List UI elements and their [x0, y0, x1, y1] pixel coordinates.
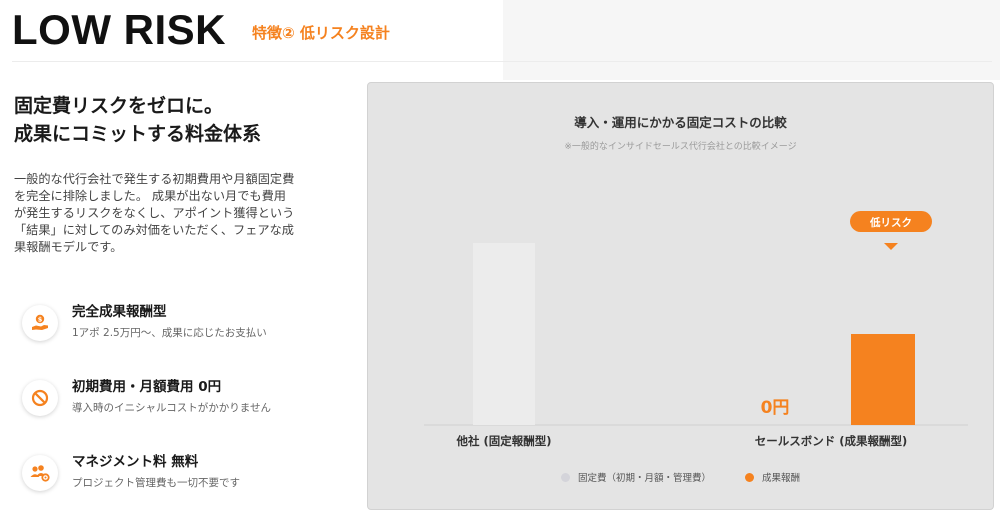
- category-label: 他社 (固定報酬型): [455, 434, 551, 448]
- category-label: セールスボンド (成果報酬型): [755, 434, 908, 448]
- header-divider: [12, 61, 992, 62]
- hand-coin-icon: $: [22, 305, 58, 341]
- headline-line-1: 固定費リスクをゼロに。: [14, 95, 224, 117]
- low-risk-badge: 低リスク: [850, 211, 932, 250]
- section-header: LOW RISK 特徴② 低リスク設計: [12, 0, 390, 60]
- feature-subtitle: 1アポ 2.5万円〜、成果に応じたお支払い: [72, 327, 267, 339]
- team-gear-icon: [22, 455, 58, 491]
- headline-line-2: 成果にコミットする料金体系: [14, 123, 262, 145]
- legend-label: 成果報酬: [762, 473, 801, 484]
- description-line: が発生するリスクをなくし、アポイント獲得という: [14, 206, 295, 220]
- legend-item-performance: 成果報酬: [745, 470, 800, 484]
- low-risk-badge-label: 低リスク: [869, 216, 912, 229]
- feature-tag: 特徴② 低リスク設計: [251, 23, 390, 42]
- legend-label: 固定費（初期・月額・管理費）: [577, 473, 711, 484]
- feature-title: 完全成果報酬型: [72, 304, 167, 320]
- description-line: を完全に排除しました。 成果が出ない月でも費用: [14, 189, 286, 203]
- header-backdrop: [503, 0, 1000, 80]
- feature-subtitle: 導入時のイニシャルコストがかかりません: [72, 402, 271, 414]
- description-line: 「結果」に対してのみ対価をいただく、フェアな成: [14, 223, 294, 237]
- feature-title: マネジメント料 無料: [72, 454, 199, 470]
- feature-subtitle: プロジェクト管理費も一切不要です: [72, 477, 240, 489]
- down-arrow-icon: [884, 243, 898, 250]
- description: 一般的な代行会社で発生する初期費用や月額固定費 を完全に排除しました。 成果が出…: [14, 171, 334, 256]
- headline: 固定費リスクをゼロに。 成果にコミットする料金体系: [14, 92, 261, 148]
- prohibited-icon: [22, 380, 58, 416]
- legend-item-fixed: 固定費（初期・月額・管理費）: [560, 470, 711, 484]
- feature-item-zero-cost: 初期費用・月額費用 0円 導入時のイニシャルコストがかかりません: [22, 378, 271, 416]
- legend-swatch-fixed: [560, 472, 570, 482]
- chart-legend: 固定費（初期・月額・管理費） 成果報酬: [368, 470, 993, 484]
- comparison-bar-chart: 0円 低リスク 他社 (固定報酬型) セールスボンド (成果報酬型): [424, 211, 968, 448]
- svg-text:$: $: [38, 316, 43, 324]
- description-line: 果報酬モデルです。: [14, 240, 123, 254]
- feature-item-performance-fee: $ 完全成果報酬型 1アポ 2.5万円〜、成果に応じたお支払い: [22, 303, 267, 341]
- description-line: 一般的な代行会社で発生する初期費用や月額固定費: [14, 172, 295, 186]
- section-title: LOW RISK: [12, 6, 226, 53]
- legend-swatch-performance: [745, 472, 754, 482]
- bar-fixed-cost-competitor: [473, 243, 535, 425]
- feature-title: 初期費用・月額費用 0円: [72, 379, 222, 395]
- zero-cost-label: 0円: [761, 398, 790, 418]
- bar-performance-fee-salesbond: [851, 334, 915, 425]
- cost-comparison-panel: 導入・運用にかかる固定コストの比較 ※一般的なインサイドセールス代行会社との比較…: [367, 82, 994, 510]
- feature-item-management-free: マネジメント料 無料 プロジェクト管理費も一切不要です: [22, 453, 240, 491]
- page: LOW RISK 特徴② 低リスク設計 固定費リスクをゼロに。 成果にコミットす…: [0, 0, 1000, 517]
